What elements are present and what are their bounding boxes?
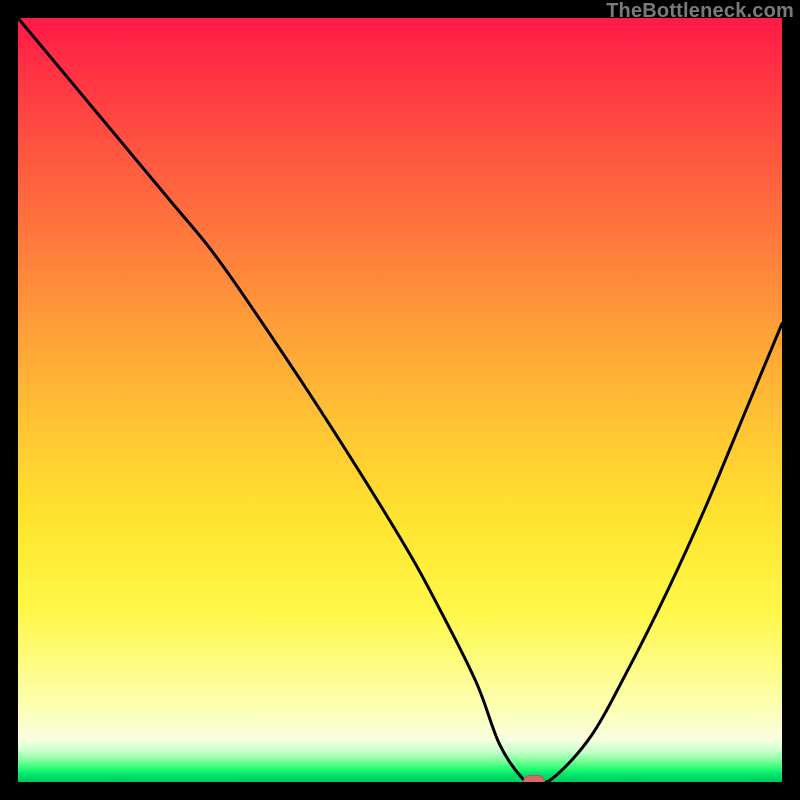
plot-area [18,18,782,782]
chart-stage: TheBottleneck.com [0,0,800,800]
background-gradient [18,18,782,782]
optimum-marker [523,775,545,782]
